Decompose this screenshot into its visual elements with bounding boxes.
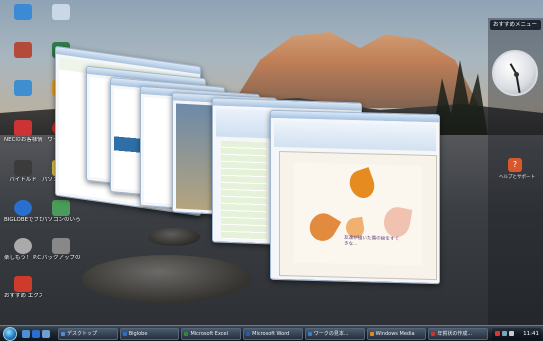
maple-leaf-icon — [381, 204, 413, 240]
taskbar-buttons: デスクトップ Biglobe Microsoft Excel Microsoft… — [58, 328, 489, 340]
taskbar-button[interactable]: Biglobe — [119, 328, 180, 340]
help-gadget-label: ヘルプとサポート — [499, 175, 535, 180]
show-desktop-icon[interactable] — [22, 330, 30, 338]
clock-minute-hand — [516, 74, 521, 93]
ribbon — [274, 120, 436, 152]
taskbar-clock[interactable]: 11:41 — [523, 328, 539, 340]
taskbar-button[interactable]: ワークの見本... — [304, 328, 365, 340]
switch-windows-icon[interactable] — [42, 330, 50, 338]
taskbar: デスクトップ Biglobe Microsoft Excel Microsoft… — [0, 325, 543, 341]
taskbar-button[interactable]: Windows Media — [366, 328, 427, 340]
clock-gadget[interactable] — [492, 50, 538, 96]
flip3d-window-stack: 友達が描いた葉の絵をすてきな... — [0, 0, 543, 325]
security-icon[interactable] — [495, 331, 500, 336]
leaf-card-illustration: 友達が描いた葉の絵をすてきな... — [294, 162, 422, 266]
network-icon[interactable] — [502, 331, 507, 336]
volume-icon[interactable] — [509, 331, 514, 336]
spreadsheet-grid — [221, 140, 267, 241]
taskbar-button[interactable]: Microsoft Word — [243, 328, 303, 340]
document-note-text: 友達が描いた葉の絵をすてきな... — [344, 235, 400, 247]
help-gadget-icon[interactable]: ? — [508, 158, 522, 172]
start-button[interactable] — [3, 327, 17, 341]
maple-leaf-icon — [304, 208, 342, 246]
window-word[interactable]: 友達が描いた葉の絵をすてきな... — [270, 109, 440, 285]
document-page: 友達が描いた葉の絵をすてきな... — [279, 151, 437, 281]
taskbar-button[interactable]: Microsoft Excel — [181, 328, 242, 340]
notification-area: 11:41 — [492, 328, 541, 340]
taskbar-button[interactable]: 年賀状の作成... — [428, 328, 489, 340]
clock-center — [514, 72, 519, 77]
windows-sidebar: おすすめメニュー ? ヘルプとサポート — [488, 18, 543, 325]
taskbar-button[interactable]: デスクトップ — [58, 328, 118, 340]
ie-icon[interactable] — [32, 330, 40, 338]
maple-leaf-icon — [345, 167, 379, 202]
sidebar-header[interactable]: おすすめメニュー — [490, 20, 541, 30]
